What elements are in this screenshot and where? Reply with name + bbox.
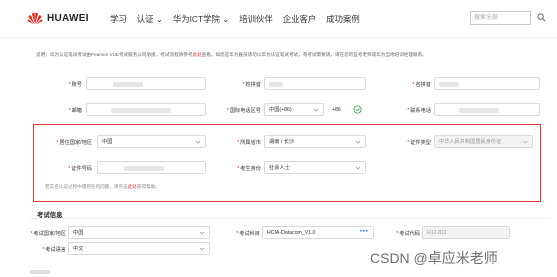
exam-notice: 说明：华为认证笔试考试由Pearson VUE考试服务公司承接，考试流程请参考此… [36,52,427,58]
residence-country-select[interactable]: 中国 [97,135,206,148]
nav-item-certification[interactable]: 认证 ⌄ [137,13,163,25]
phone-prefix: +86 [332,107,341,113]
chevron-down-icon [195,140,201,144]
redacted-value [111,108,171,113]
exam-subject-field[interactable]: HCIA-Datacom_V1.0 ••• [262,226,374,239]
id-number-field[interactable] [97,161,206,174]
contact-phone-field[interactable] [434,103,540,116]
csdn-watermark: CSDN @卓应米老师 [370,250,498,266]
redacted-value [124,166,164,171]
contact-phone-label: *联系电话 [407,108,431,114]
id-type-select: 中华人民共和国居民身份证 [434,135,533,148]
id-type-label: *证件类型 [407,140,431,146]
nav-item-training-partners[interactable]: 培训伙伴 [239,13,273,25]
nav-item-enterprise[interactable]: 企业客户 [283,13,317,25]
help-hint: 若实名认证过程中遇到任何问题，请点击此处获得帮助。 [45,184,160,190]
notice-link[interactable]: 此处 [192,52,201,57]
chevron-down-icon [199,247,205,251]
chevron-down-icon [355,140,361,144]
identity-label: *考生身份 [237,166,261,172]
intl-phone-value: 中国(+86) [269,107,292,113]
account-label: *账号 [68,82,82,88]
search-icon[interactable] [537,13,546,22]
redacted-value [269,82,283,87]
exam-country-label: *考试国家/地区 [30,231,66,237]
id-type-value: 中华人民共和国居民身份证 [439,139,502,145]
section-divider [30,218,550,219]
nav-item-ict-academy[interactable]: 华为ICT学院 ⌄ [173,13,229,25]
account-field[interactable] [86,77,206,90]
check-circle-icon [353,105,362,114]
chevron-down-icon: ⌄ [219,14,230,24]
exam-code-field: H12-811 [422,226,510,239]
exam-language-value: 中文 [73,246,84,252]
next-section-stub [30,270,50,274]
redacted-value [439,82,459,87]
intl-phone-label: *国际电话区号 [226,108,261,114]
notice-text: 说明：华为认证笔试考试由Pearson VUE考试服务公司承接，考试流程请参考 [36,52,193,57]
exam-country-value: 中国 [73,230,84,236]
chevron-down-icon [355,166,361,170]
exam-code-label: *考试代码 [396,231,420,237]
nav-item-learning[interactable]: 学习 [110,13,127,25]
huawei-petal-icon [27,12,43,25]
surname-field[interactable] [264,77,366,90]
chevron-down-icon [199,231,205,235]
email-field[interactable] [86,103,206,116]
exam-subject-value: HCIA-Datacom_V1.0 [267,230,316,236]
redacted-value [459,108,499,113]
nav-item-cases[interactable]: 成功案例 [326,13,360,25]
surname-label: *姓拼音 [242,82,261,88]
email-label: *邮箱 [68,108,82,114]
exam-language-label: *考试语言 [42,247,66,253]
hint-text: 若实名认证过程中遇到任何问题，请点击 [45,184,128,189]
top-navigation-bar: HUAWEI 学习 认证 ⌄ 华为ICT学院 ⌄ 培训伙伴 企业客户 成功案例 … [0,0,557,38]
city-label: *所属省市 [237,140,261,146]
chevron-down-icon [522,140,528,144]
huawei-logo[interactable]: HUAWEI [27,11,89,25]
exam-language-select[interactable]: 中文 [68,242,210,255]
givenname-label: *名拼音 [412,82,431,88]
hint-tail: 获得帮助。 [136,184,160,189]
notice-tail: 查看。如您是华为雇员请勿以华为认证笔试考试，有考试需要请，请在您的监考老师或华为… [201,52,427,57]
givenname-field[interactable] [434,77,540,90]
identity-value: 社会人士 [269,165,290,171]
brand-name: HUAWEI [47,12,89,24]
main-nav: 学习 认证 ⌄ 华为ICT学院 ⌄ 培训伙伴 企业客户 成功案例 [110,13,370,25]
city-select[interactable]: 湖南 / 长沙 [264,135,366,148]
search-input[interactable]: 搜索全部 [470,11,531,25]
help-link[interactable]: 此处 [128,184,137,189]
nav-label: 认证 [136,14,154,24]
city-value: 湖南 / 长沙 [269,139,295,145]
nav-label: 华为ICT学院 [172,14,220,24]
residence-country-value: 中国 [102,139,113,145]
exam-code-value: H12-811 [427,230,447,236]
id-number-label: *证件号码 [68,166,92,172]
redacted-value [113,82,143,87]
chevron-down-icon [313,108,319,112]
more-options-icon[interactable]: ••• [360,229,369,235]
exam-subject-label: *考试科目 [236,231,260,237]
exam-country-select[interactable]: 中国 [68,226,210,239]
identity-select[interactable]: 社会人士 [264,161,366,174]
chevron-down-icon: ⌄ [153,14,163,24]
residence-country-label: *居住国家/地区 [56,140,92,146]
intl-phone-select[interactable]: 中国(+86) [264,103,324,116]
